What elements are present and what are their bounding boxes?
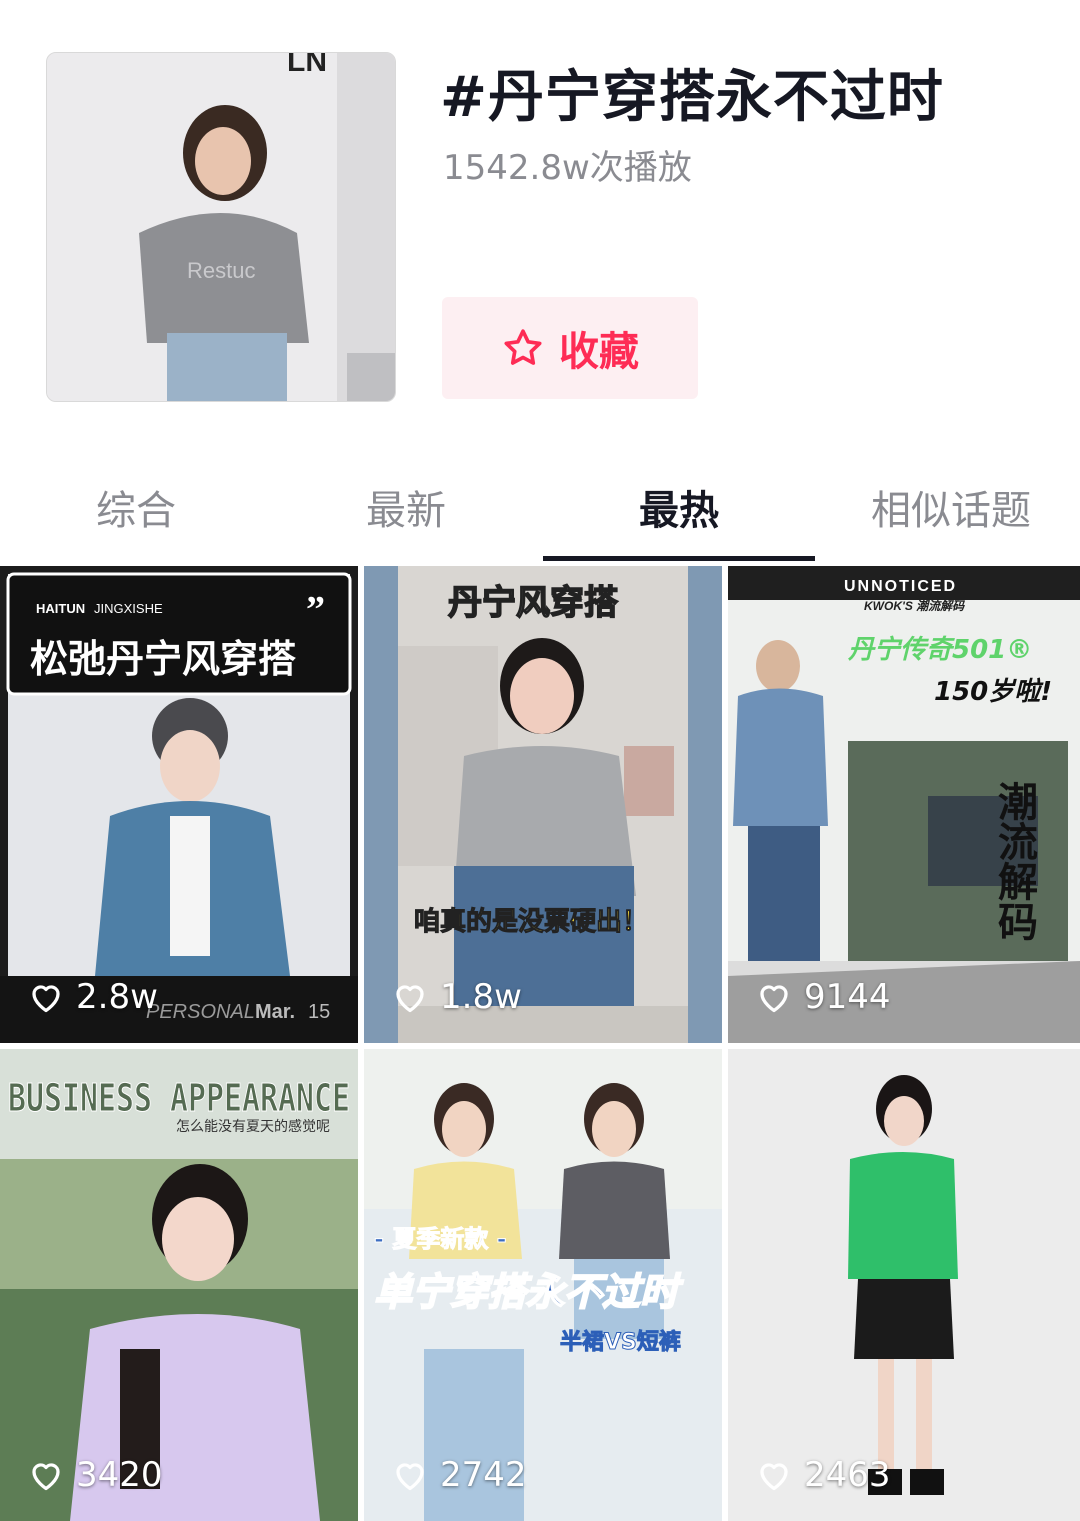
topic-title: #丹宁穿搭永不过时 [440,65,944,130]
topic-header: LN Restuc #丹宁穿搭永不过时 1542.8w次播放 收藏 [0,0,1080,440]
tab-bar: 综合 最新 最热 相似话题 [0,456,1080,564]
video-line-1: 丹宁传奇501® [847,635,1032,665]
video-card[interactable]: 丹宁风穿搭 咱真的是没票硬出！ 1.8w [364,566,722,1043]
favorite-label: 收藏 [559,329,639,375]
like-count: 1.8w [392,977,522,1017]
video-footer-c: 15 [308,1001,330,1023]
video-caption: BUSINESS APPEARANCE [8,1076,350,1120]
like-value: 2463 [804,1455,891,1495]
video-caption: 松弛丹宁风穿搭 [30,637,296,681]
favorite-button[interactable]: 收藏 [442,297,698,399]
video-caption: 单宁穿搭永不过时 [374,1270,684,1314]
heart-icon [28,1458,64,1492]
star-icon [501,326,545,370]
video-thumbnail: - 夏季新款 - 单宁穿搭永不过时 半裙VS短裤 [364,1049,722,1521]
video-sub: 怎么能没有夏天的感觉呢 [176,1118,330,1135]
like-count: 2742 [392,1455,527,1495]
video-vertical-text: 潮流解码 [991,781,1038,941]
video-thumbnail: UNNOTICED KWOK'S 潮流解码 丹宁传奇501® 150岁啦! 潮流… [728,566,1080,1043]
video-card[interactable]: BUSINESS APPEARANCE 怎么能没有夏天的感觉呢 3420 [0,1049,358,1521]
video-header: UNNOTICED [844,578,957,595]
tab-hottest[interactable]: 最热 [543,478,815,536]
video-line-2: 150岁啦! [934,677,1052,707]
video-thumbnail [728,1049,1080,1521]
like-value: 3420 [76,1455,163,1495]
like-count: 2.8w [28,977,158,1017]
like-value: 2.8w [76,977,158,1017]
quote-mark: ” [306,589,325,631]
video-grid: HAITUN JINGXISHE ” 松弛丹宁风穿搭 PERSONAL Mar.… [0,566,1080,1521]
like-value: 9144 [804,977,891,1017]
video-footer-a: PERSONAL [146,1001,255,1023]
like-count: 9144 [756,977,891,1017]
like-value: 2742 [440,1455,527,1495]
video-thumbnail: 丹宁风穿搭 咱真的是没票硬出！ [364,566,722,1043]
video-card[interactable]: HAITUN JINGXISHE ” 松弛丹宁风穿搭 PERSONAL Mar.… [0,566,358,1043]
video-subtitle: 咱真的是没票硬出！ [414,906,648,937]
active-tab-indicator [543,556,815,561]
heart-icon [392,1458,428,1492]
heart-icon [756,1458,792,1492]
cover-shirt-text: Restuc [187,258,255,283]
video-thumbnail: BUSINESS APPEARANCE 怎么能没有夏天的感觉呢 [0,1049,358,1521]
heart-icon [28,980,64,1014]
heart-icon [392,980,428,1014]
video-thumbnail: HAITUN JINGXISHE ” 松弛丹宁风穿搭 PERSONAL Mar.… [0,566,358,1043]
video-tag: - 夏季新款 - [374,1225,507,1253]
video-caption: 丹宁风穿搭 [448,583,618,623]
video-card[interactable]: UNNOTICED KWOK'S 潮流解码 丹宁传奇501® 150岁啦! 潮流… [728,566,1080,1043]
tab-similar-topics[interactable]: 相似话题 [815,478,1080,536]
topic-cover-image[interactable]: LN Restuc [46,52,396,402]
like-count: 3420 [28,1455,163,1495]
tab-latest[interactable]: 最新 [270,478,542,536]
video-card[interactable]: - 夏季新款 - 单宁穿搭永不过时 半裙VS短裤 2742 [364,1049,722,1521]
video-footer-b: Mar. [255,1001,295,1023]
tab-overall[interactable]: 综合 [0,478,272,536]
play-count: 1542.8w次播放 [443,148,692,188]
video-brand: KWOK'S 潮流解码 [864,599,965,613]
like-value: 1.8w [440,977,522,1017]
like-count: 2463 [756,1455,891,1495]
video-brand-sub: JINGXISHE [94,601,163,616]
video-card[interactable]: 2463 [728,1049,1080,1521]
heart-icon [756,980,792,1014]
cover-sign-text: LN [287,53,327,78]
cover-photo: LN Restuc [47,53,395,401]
video-sub: 半裙VS短裤 [560,1329,681,1355]
video-brand: HAITUN [36,601,85,616]
